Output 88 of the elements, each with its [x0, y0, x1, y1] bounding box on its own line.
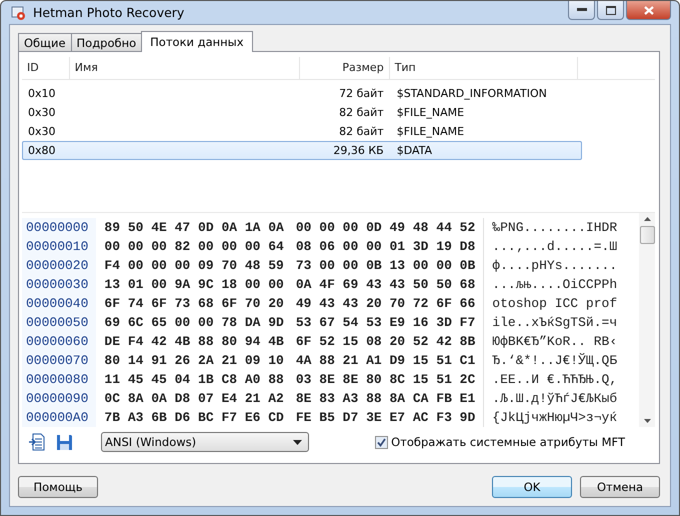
- caret-icon: [293, 440, 302, 444]
- ascii-text: .Љ.Ш.д!ўЋѓЈ€ЉКыб: [492, 390, 618, 408]
- hex-bytes: 4A 88 21 A1 D9 15 51 C1: [296, 352, 476, 370]
- stream-row[interactable]: 0x30 82 байт $FILE_NAME: [22, 103, 582, 122]
- hex-bytes: 03 8E 8E 80 8C 15 51 2C: [296, 371, 476, 389]
- hex-bytes: DE F4 42 4B 88 80 94 4B: [104, 333, 284, 351]
- minimize-icon: [576, 8, 586, 12]
- close-button[interactable]: [626, 1, 671, 20]
- hex-bytes: 00 00 00 82 00 00 00 64: [104, 238, 284, 256]
- ascii-text: ЮфBK€Ђ”KoR.. RB‹: [492, 333, 618, 351]
- id-cell-text: 0x10: [27, 87, 57, 100]
- offset-text: 00000040: [26, 295, 88, 313]
- hex-bytes: 69 6C 65 00 00 78 DA 9D: [104, 314, 284, 332]
- scrollbar[interactable]: [639, 213, 655, 427]
- checkbox-label: Отображать системные атрибуты MFT: [391, 435, 625, 449]
- hex-bytes: 80 14 91 26 2A 21 09 10: [104, 352, 284, 370]
- column-header[interactable]: Тип: [390, 57, 578, 79]
- maximize-button[interactable]: [597, 1, 624, 20]
- size-cell-text: 72 байт: [338, 87, 385, 100]
- hex-bytes: 13 01 00 9A 9C 18 00 00: [104, 276, 284, 294]
- ascii-text: ...‚...d.....=.Ш: [492, 238, 618, 256]
- offset-text: 000000A0: [26, 409, 88, 427]
- ascii-text: ф....pHYs.......: [492, 257, 618, 275]
- hex-bytes: 08 06 00 00 01 3D 19 D8: [296, 238, 476, 256]
- offset-text: 00000020: [26, 257, 88, 275]
- scroll-thumb[interactable]: [640, 226, 654, 244]
- ascii-text: Ђ.‘&*!..J€!ЎЩ.QБ: [492, 352, 618, 370]
- offset-text: 00000090: [26, 390, 88, 408]
- ascii-text: ‰PNG........IHDR: [492, 219, 618, 237]
- app-icon: [11, 4, 27, 20]
- window-title: Hetman Photo Recovery: [33, 5, 184, 20]
- ascii-text: .EE..И €.ЋЋЂЊ.Q,: [492, 371, 618, 389]
- offset-text: 00000080: [26, 371, 88, 389]
- hex-bytes: 00 00 00 0D 49 48 44 52: [296, 219, 476, 237]
- type-cell-text: $STANDARD_INFORMATION: [396, 87, 548, 100]
- hex-bytes: 8E 83 A3 88 8A CA FB E1: [296, 390, 476, 408]
- minimize-button[interactable]: [568, 1, 595, 20]
- stream-row[interactable]: 0x10 72 байт $STANDARD_INFORMATION: [22, 84, 582, 103]
- scroll-up-icon[interactable]: [644, 217, 650, 221]
- hex-bytes: 7B A3 6B D6 BC F7 E6 CD: [104, 409, 284, 427]
- ascii-text: {ЈkЦјчжНюµЧ>з¬уќ: [492, 409, 618, 427]
- maximize-icon: [606, 6, 616, 14]
- hex-bytes: 0C 8A 0A D8 07 E4 21 A2: [104, 390, 284, 408]
- help-button[interactable]: Помощь: [18, 476, 98, 498]
- type-cell-text: $FILE_NAME: [396, 125, 466, 138]
- column-header[interactable]: Имя: [70, 57, 300, 79]
- ascii-text: ile..xЪќSgTSй.=ч: [492, 314, 618, 332]
- offset-text: 00000050: [26, 314, 88, 332]
- hex-bytes: 6F 52 15 08 20 52 42 8B: [296, 333, 476, 351]
- hex-bytes: 11 45 45 04 1B C8 A0 88: [104, 371, 284, 389]
- tab[interactable]: Подробно: [70, 33, 142, 51]
- ascii-text: ...љњ....OiCCPPh: [492, 276, 618, 294]
- offset-text: 00000010: [26, 238, 88, 256]
- column-header[interactable]: ID: [22, 57, 70, 79]
- type-cell-text: $FILE_NAME: [396, 106, 466, 119]
- save-icon[interactable]: [56, 434, 73, 450]
- hex-bytes: F4 00 00 00 09 70 48 59: [104, 257, 284, 275]
- hex-bytes: 0A 4F 69 43 43 50 50 68: [296, 276, 476, 294]
- cancel-button[interactable]: Отмена: [580, 476, 660, 498]
- ascii-text: otoshop ICC prof: [492, 295, 618, 313]
- hex-bytes: FE B5 D7 3E E7 AC F3 9D: [296, 409, 476, 427]
- id-cell-text: 0x30: [27, 106, 57, 119]
- offset-text: 00000060: [26, 333, 88, 351]
- hex-bytes: 49 43 43 20 70 72 6F 66: [296, 295, 476, 313]
- tab[interactable]: Потоки данных: [141, 31, 253, 52]
- offset-text: 00000030: [26, 276, 88, 294]
- document-arrow-icon[interactable]: [28, 433, 46, 451]
- hex-bytes: 73 00 00 0B 13 00 00 0B: [296, 257, 476, 275]
- size-cell-text: 29,36 КБ: [332, 144, 385, 157]
- id-cell-text: 0x80: [27, 144, 57, 157]
- hex-bytes: 53 67 54 53 E9 16 3D F7: [296, 314, 476, 332]
- tab[interactable]: Общие: [18, 33, 72, 51]
- offset-text: 00000000: [26, 219, 88, 237]
- type-cell-text: $DATA: [396, 144, 434, 157]
- stream-row[interactable]: 0x30 82 байт $FILE_NAME: [22, 122, 582, 141]
- column-header[interactable]: Размер: [300, 57, 390, 79]
- id-cell-text: 0x30: [27, 125, 57, 138]
- ok-button[interactable]: OK: [492, 476, 572, 498]
- close-icon: [644, 6, 654, 14]
- hex-bytes: 6F 74 6F 73 68 6F 70 20: [104, 295, 284, 313]
- stream-row[interactable]: 0x80 29,36 КБ $DATA: [22, 141, 582, 160]
- hex-bytes: 89 50 4E 47 0D 0A 1A 0A: [104, 219, 284, 237]
- size-cell-text: 82 байт: [338, 125, 385, 138]
- encoding-dropdown[interactable]: ANSI (Windows): [101, 432, 309, 452]
- scroll-down-icon[interactable]: [644, 419, 650, 423]
- size-cell-text: 82 байт: [338, 106, 385, 119]
- checkbox[interactable]: [375, 436, 388, 448]
- offset-text: 00000070: [26, 352, 88, 370]
